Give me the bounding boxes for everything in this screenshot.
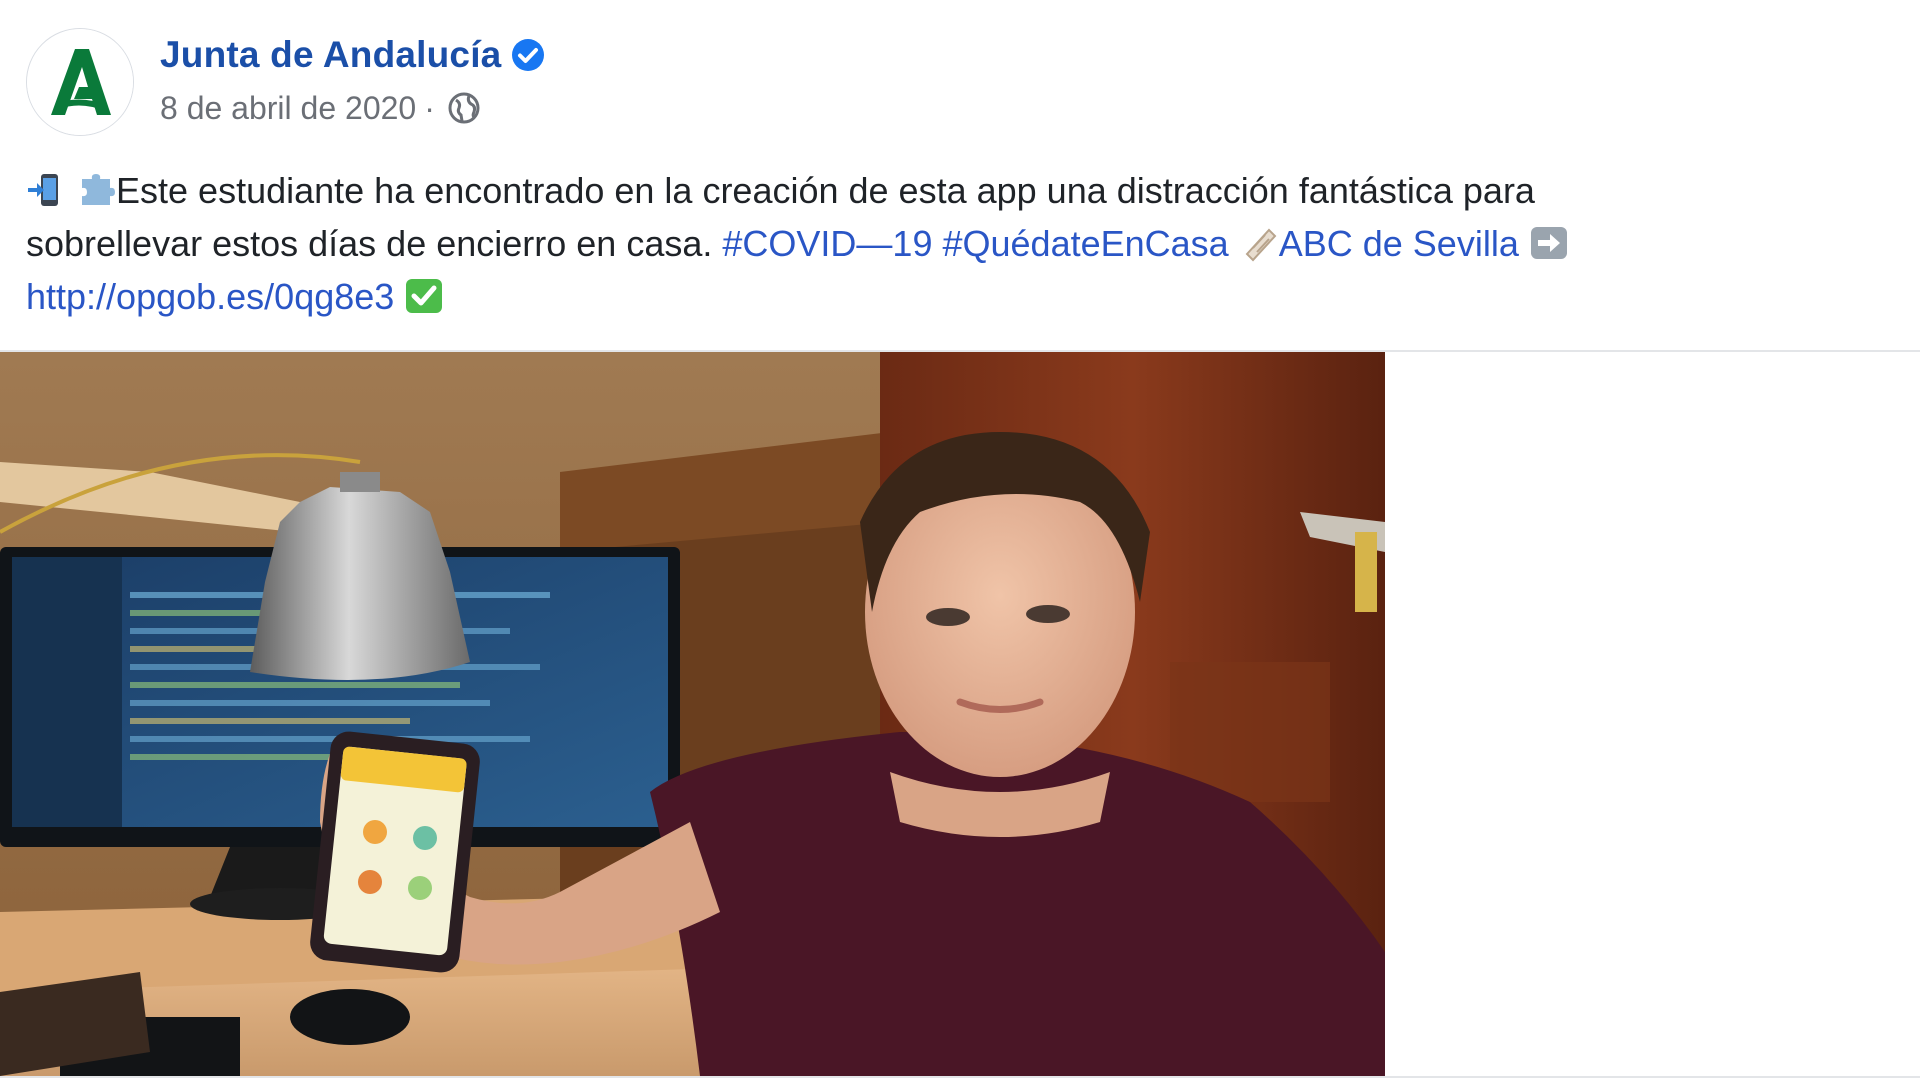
post-text: Este estudiante ha encontrado en la crea… bbox=[26, 164, 1886, 323]
source-link-abc-sevilla[interactable]: ABC de Sevilla bbox=[1279, 223, 1519, 264]
post-bottom-border bbox=[0, 1076, 1920, 1078]
post-photo[interactable] bbox=[0, 352, 1385, 1076]
check-mark-button-icon bbox=[404, 277, 444, 315]
post-url-link[interactable]: http://opgob.es/0qg8e3 bbox=[26, 276, 394, 317]
page-name[interactable]: Junta de Andalucía bbox=[160, 34, 501, 76]
post-text-line2: sobrellevar estos días de encierro en ca… bbox=[26, 223, 713, 264]
post-header: Junta de Andalucía 8 de abril de 2020 · bbox=[0, 0, 1920, 150]
verified-badge-icon bbox=[512, 39, 545, 71]
post-date[interactable]: 8 de abril de 2020 bbox=[160, 90, 416, 127]
page-avatar[interactable] bbox=[26, 28, 134, 136]
meta-separator: · bbox=[424, 89, 435, 126]
mobile-phone-arrow-icon bbox=[26, 171, 66, 209]
hashtag-quedateencasa[interactable]: #QuédateEnCasa bbox=[942, 223, 1228, 264]
post-meta: 8 de abril de 2020 · bbox=[160, 88, 481, 128]
facebook-post: Junta de Andalucía 8 de abril de 2020 · bbox=[0, 0, 1920, 1080]
right-arrow-icon bbox=[1529, 224, 1569, 262]
junta-andalucia-logo-icon bbox=[27, 29, 133, 135]
student-holding-smartphone-photo bbox=[0, 352, 1385, 1076]
puzzle-piece-icon bbox=[76, 171, 116, 209]
page-name-row: Junta de Andalucía bbox=[160, 30, 545, 80]
newspaper-roll-icon bbox=[1239, 224, 1279, 262]
post-text-line1: Este estudiante ha encontrado en la crea… bbox=[116, 170, 1535, 211]
hashtag-covid19[interactable]: #COVID—19 bbox=[722, 223, 932, 264]
globe-icon[interactable] bbox=[447, 91, 481, 125]
